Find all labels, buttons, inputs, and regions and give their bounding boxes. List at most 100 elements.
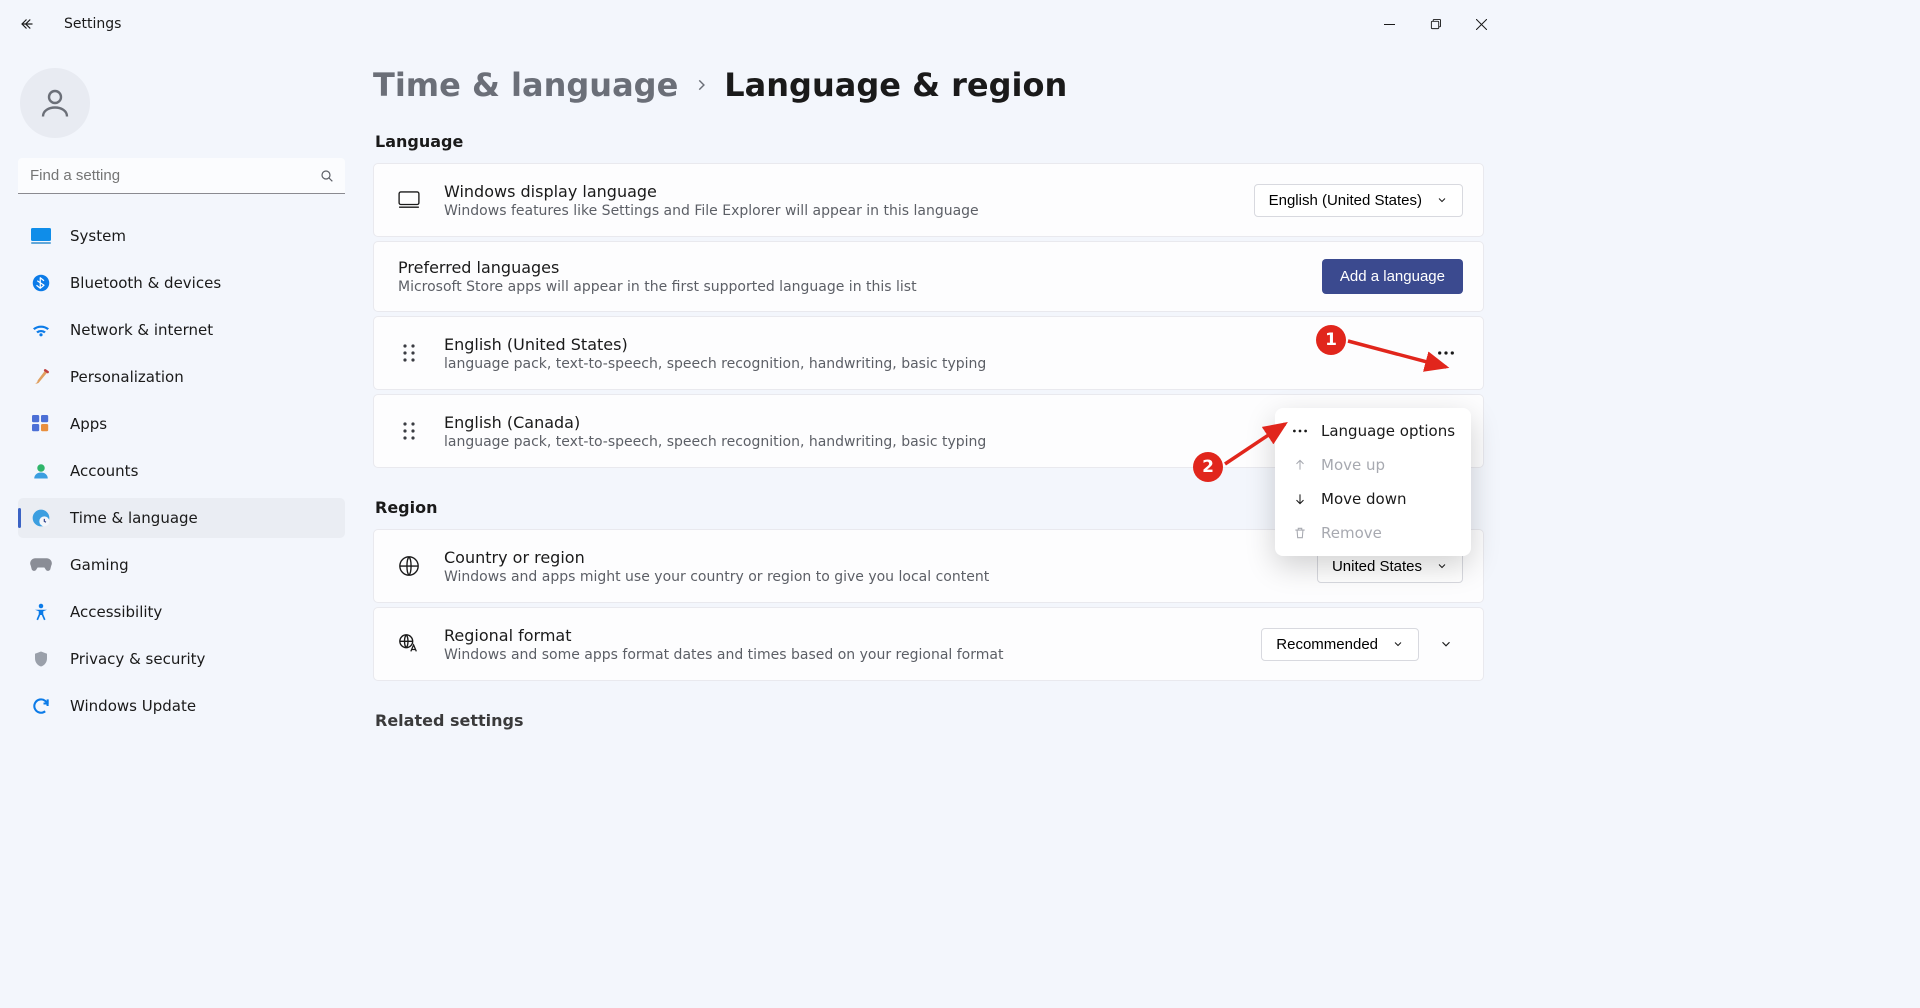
menu-label: Move down: [1321, 490, 1406, 508]
user-avatar[interactable]: [20, 68, 90, 138]
sidebar: System Bluetooth & devices Network & int…: [0, 48, 355, 794]
chevron-down-icon: [1439, 637, 1453, 651]
nav-item-windows-update[interactable]: Windows Update: [18, 686, 345, 726]
nav-label: Windows Update: [70, 697, 196, 715]
chevron-down-icon: [1436, 560, 1448, 572]
menu-item-language-options[interactable]: Language options: [1281, 414, 1465, 448]
breadcrumb-current: Language & region: [724, 66, 1067, 104]
chevron-right-icon: [694, 75, 708, 95]
regional-format-card: Regional format Windows and some apps fo…: [373, 607, 1484, 681]
globe-clock-icon: [30, 507, 52, 529]
nav-item-gaming[interactable]: Gaming: [18, 545, 345, 585]
select-value: English (United States): [1269, 192, 1422, 209]
nav-label: Accounts: [70, 462, 138, 480]
shield-icon: [30, 648, 52, 670]
update-icon: [30, 695, 52, 717]
card-title: Windows display language: [444, 182, 1254, 201]
language-context-menu: Language options Move up Move down Remov…: [1275, 408, 1471, 556]
close-button[interactable]: [1458, 8, 1504, 40]
nav-label: System: [70, 227, 126, 245]
search-field[interactable]: [18, 158, 345, 194]
arrow-up-icon: [1291, 457, 1309, 473]
search-icon: [319, 168, 335, 184]
maximize-button[interactable]: [1412, 8, 1458, 40]
annotation-arrow-2: [1223, 418, 1293, 468]
section-title-related: Related settings: [375, 711, 1484, 730]
window-controls: [1366, 8, 1504, 40]
close-icon: [1476, 19, 1487, 30]
nav-label: Personalization: [70, 368, 184, 386]
annotation-badge-2: 2: [1193, 452, 1223, 482]
section-title-language: Language: [375, 132, 1484, 151]
card-title: Country or region: [444, 548, 1317, 567]
regional-format-select[interactable]: Recommended: [1261, 628, 1419, 661]
nav-item-network[interactable]: Network & internet: [18, 310, 345, 350]
nav-item-privacy[interactable]: Privacy & security: [18, 639, 345, 679]
account-icon: [30, 460, 52, 482]
grip-icon: [403, 422, 415, 440]
apps-icon: [30, 413, 52, 435]
gamepad-icon: [30, 554, 52, 576]
minimize-button[interactable]: [1366, 8, 1412, 40]
language-item: English (United States) language pack, t…: [373, 316, 1484, 390]
drag-handle[interactable]: [394, 344, 424, 362]
nav-label: Gaming: [70, 556, 129, 574]
bluetooth-icon: [30, 272, 52, 294]
nav-item-accounts[interactable]: Accounts: [18, 451, 345, 491]
menu-label: Language options: [1321, 422, 1455, 440]
menu-label: Move up: [1321, 456, 1385, 474]
minimize-icon: [1384, 19, 1395, 30]
chevron-down-icon: [1436, 194, 1448, 206]
card-title: Regional format: [444, 626, 1261, 645]
nav-item-time-language[interactable]: Time & language: [18, 498, 345, 538]
window-title: Settings: [64, 16, 121, 32]
breadcrumb: Time & language Language & region: [373, 66, 1484, 104]
monitor-icon: [394, 191, 424, 209]
menu-label: Remove: [1321, 524, 1382, 542]
person-icon: [37, 85, 73, 121]
nav-label: Privacy & security: [70, 650, 205, 668]
system-icon: [30, 225, 52, 247]
nav-label: Time & language: [70, 509, 198, 527]
menu-item-move-down[interactable]: Move down: [1281, 482, 1465, 516]
menu-item-remove: Remove: [1281, 516, 1465, 550]
titlebar: Settings: [0, 0, 1512, 48]
nav-item-system[interactable]: System: [18, 216, 345, 256]
nav-list: System Bluetooth & devices Network & int…: [18, 216, 345, 726]
card-desc: Microsoft Store apps will appear in the …: [398, 279, 1322, 295]
chevron-down-icon: [1392, 638, 1404, 650]
wifi-icon: [30, 319, 52, 341]
grip-icon: [403, 344, 415, 362]
trash-icon: [1291, 525, 1309, 541]
card-desc: Windows features like Settings and File …: [444, 203, 1254, 219]
nav-item-personalization[interactable]: Personalization: [18, 357, 345, 397]
select-value: United States: [1332, 558, 1422, 575]
display-language-card: Windows display language Windows feature…: [373, 163, 1484, 237]
drag-handle[interactable]: [394, 422, 424, 440]
breadcrumb-parent[interactable]: Time & language: [373, 66, 678, 104]
maximize-icon: [1430, 19, 1441, 30]
annotation-arrow-1: [1346, 339, 1456, 375]
language-name: English (United States): [444, 335, 1429, 354]
nav-label: Network & internet: [70, 321, 213, 339]
display-language-select[interactable]: English (United States): [1254, 184, 1463, 217]
expand-button[interactable]: [1429, 627, 1463, 661]
accessibility-icon: [30, 601, 52, 623]
card-desc: Windows and apps might use your country …: [444, 569, 1317, 585]
add-language-button[interactable]: Add a language: [1322, 259, 1463, 294]
nav-label: Accessibility: [70, 603, 162, 621]
nav-item-accessibility[interactable]: Accessibility: [18, 592, 345, 632]
menu-item-move-up: Move up: [1281, 448, 1465, 482]
nav-label: Apps: [70, 415, 107, 433]
annotation-badge-1: 1: [1316, 325, 1346, 355]
language-features: language pack, text-to-speech, speech re…: [444, 356, 1429, 372]
nav-item-apps[interactable]: Apps: [18, 404, 345, 444]
search-input[interactable]: [18, 158, 345, 194]
more-horizontal-icon: [1291, 428, 1309, 434]
arrow-down-icon: [1291, 491, 1309, 507]
back-button[interactable]: [8, 4, 48, 44]
globe-text-icon: [394, 633, 424, 655]
nav-item-bluetooth[interactable]: Bluetooth & devices: [18, 263, 345, 303]
brush-icon: [30, 366, 52, 388]
preferred-languages-header: Preferred languages Microsoft Store apps…: [373, 241, 1484, 312]
